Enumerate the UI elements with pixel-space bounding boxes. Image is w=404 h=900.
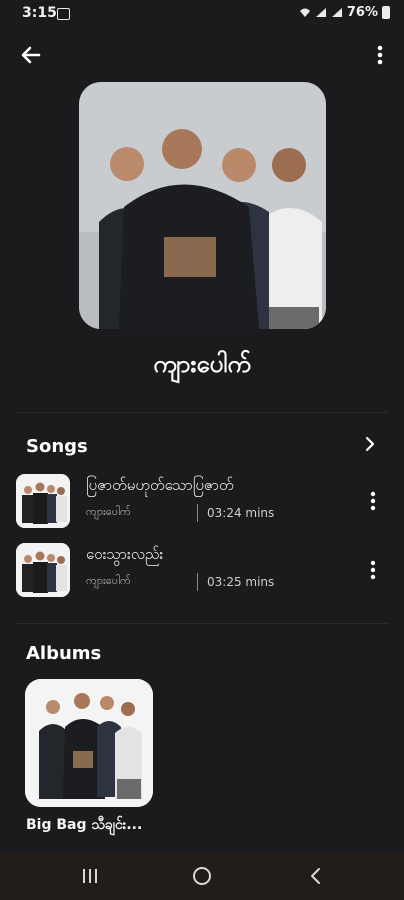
home-circle-icon[interactable] (191, 865, 213, 887)
status-time: 3:15 (22, 5, 57, 21)
song-title: ပြဇာတ်မဟုတ်သောပြဇာတ် (86, 476, 234, 494)
back-chevron-icon[interactable] (306, 865, 326, 887)
separator (197, 573, 198, 591)
wifi-icon (299, 8, 310, 17)
song-row[interactable]: ဝေးသွားလည်း ကျားပေါက် 03:25 mins (16, 543, 388, 599)
albums-section-title: Albums (26, 643, 102, 664)
more-vertical-icon[interactable] (370, 42, 390, 68)
song-thumbnail (16, 474, 70, 528)
gallery-notification-icon (57, 8, 70, 20)
song-duration: 03:24 mins (207, 506, 275, 520)
battery-icon (382, 6, 390, 19)
arrow-left-icon[interactable] (18, 42, 44, 68)
artist-name: ကျားပေါက် (153, 350, 251, 378)
battery-percent: 76% (346, 5, 378, 20)
song-title: ဝေးသွားလည်း (86, 545, 164, 563)
chevron-right-icon[interactable] (362, 434, 378, 454)
song-row[interactable]: ပြဇာတ်မဟုတ်သောပြဇာတ် ကျားပေါက် 03:24 min… (16, 474, 388, 530)
divider (16, 623, 388, 624)
song-artist: ကျားပေါက် (86, 574, 131, 587)
more-vertical-icon[interactable] (368, 559, 378, 581)
status-indicators: 76% (299, 5, 390, 20)
divider (16, 412, 388, 413)
status-bar: 3:15 76% (0, 0, 404, 28)
album-cover[interactable] (25, 679, 153, 807)
song-thumbnail (16, 543, 70, 597)
system-navigation-bar (0, 851, 404, 900)
song-duration: 03:25 mins (207, 575, 275, 589)
album-title: Big Bag သီချင်း... (26, 817, 143, 833)
signal-icon (315, 8, 326, 17)
song-artist: ကျားပေါက် (86, 505, 131, 518)
recents-icon[interactable] (80, 866, 100, 886)
songs-section-title: Songs (26, 436, 88, 457)
more-vertical-icon[interactable] (368, 490, 378, 512)
signal-icon (331, 8, 342, 17)
artist-cover-image (79, 82, 326, 329)
separator (197, 504, 198, 522)
